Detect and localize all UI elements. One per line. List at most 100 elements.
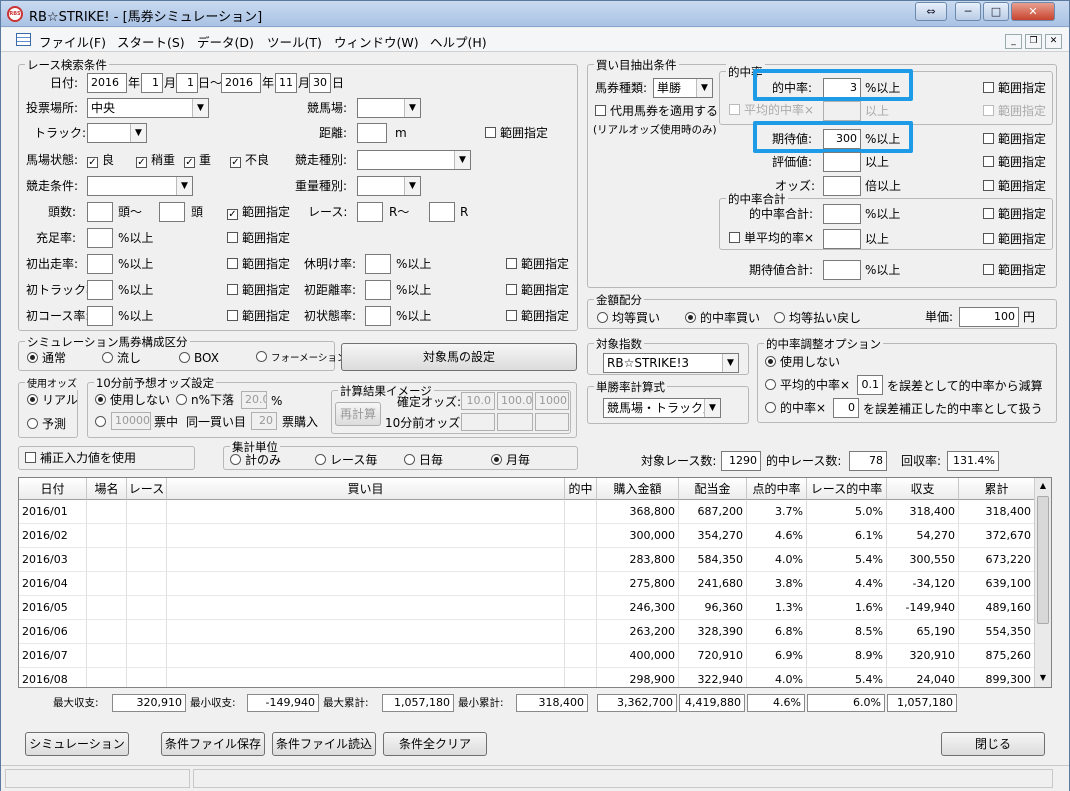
close-window-button[interactable]: ✕ <box>1011 2 1055 21</box>
table-cell[interactable]: 489,160 <box>959 596 1035 620</box>
table-cell[interactable] <box>565 668 597 687</box>
table-cell[interactable]: 3.8% <box>747 572 807 596</box>
table-cell[interactable]: 6.9% <box>747 644 807 668</box>
odds10-n-drop-radio[interactable]: n%下落 <box>176 393 234 409</box>
table-cell[interactable]: 322,940 <box>679 668 747 687</box>
heads-to-field[interactable] <box>159 202 185 222</box>
single-avg-range-checkbox[interactable]: 範囲指定 <box>983 232 1046 248</box>
save-conditions-button[interactable]: 条件ファイル保存 <box>161 732 265 756</box>
scroll-up-icon[interactable]: ▲ <box>1035 478 1051 494</box>
votes-field[interactable]: 20 <box>251 412 277 430</box>
venue-type-select[interactable]: 中央 ▼ <box>87 98 209 118</box>
odds10-not-use-radio[interactable]: 使用しない <box>95 393 170 409</box>
odds-field[interactable] <box>823 176 861 196</box>
odds-real-radio[interactable]: リアル <box>27 393 78 409</box>
sim-normal-radio[interactable]: 通常 <box>27 351 66 367</box>
table-cell[interactable]: 372,670 <box>959 524 1035 548</box>
n-drop-field[interactable]: 20.0 <box>241 391 267 409</box>
eval-range-checkbox[interactable]: 範囲指定 <box>983 155 1046 171</box>
rest-field[interactable] <box>365 254 391 274</box>
filled-field[interactable] <box>87 228 113 248</box>
table-cell[interactable]: 4.0% <box>747 548 807 572</box>
single-avg-checkbox[interactable]: 単平均的率× <box>729 231 814 247</box>
sim-nagashi-radio[interactable]: 流し <box>102 351 141 367</box>
menu-tools[interactable]: ツール(T) <box>267 32 322 51</box>
cond-good-checkbox[interactable]: ✓ 良 <box>87 153 114 169</box>
table-cell[interactable] <box>127 548 167 572</box>
column-header[interactable]: 買い目 <box>167 478 565 500</box>
amount-field[interactable]: 10000 <box>111 412 151 430</box>
table-cell[interactable] <box>87 644 127 668</box>
table-cell[interactable] <box>565 548 597 572</box>
distance-range-checkbox[interactable]: 範囲指定 <box>485 126 548 142</box>
from-day-field[interactable]: 1 <box>176 73 198 93</box>
vertical-scrollbar[interactable]: ▲ ▼ <box>1034 478 1051 687</box>
bet-type-select[interactable]: 単勝 ▼ <box>653 78 713 98</box>
column-header[interactable]: 場名 <box>87 478 127 500</box>
column-header[interactable]: 点的中率 <box>747 478 807 500</box>
table-cell[interactable]: 5.4% <box>807 668 887 687</box>
first-state-field[interactable] <box>365 306 391 326</box>
hit-rate-range-checkbox[interactable]: 範囲指定 <box>983 81 1046 97</box>
child-restore-button[interactable]: ❐ <box>1025 34 1042 49</box>
agg-race-radio[interactable]: レース毎 <box>315 453 377 469</box>
first-state-range-checkbox[interactable]: 範囲指定 <box>506 309 569 325</box>
first-course-range-checkbox[interactable]: 範囲指定 <box>227 309 290 325</box>
table-cell[interactable] <box>167 572 565 596</box>
table-cell[interactable]: 368,800 <box>597 500 679 524</box>
table-cell[interactable]: 2016/07 <box>19 644 87 668</box>
odds-range-checkbox[interactable]: 範囲指定 <box>983 179 1046 195</box>
table-cell[interactable] <box>565 596 597 620</box>
column-header[interactable]: 累計 <box>959 478 1035 500</box>
scroll-down-icon[interactable]: ▼ <box>1035 670 1051 686</box>
adjust-hit-field[interactable]: 0 <box>833 398 859 418</box>
table-cell[interactable]: 554,350 <box>959 620 1035 644</box>
table-cell[interactable]: 4.6% <box>747 524 807 548</box>
table-cell[interactable]: 2016/06 <box>19 620 87 644</box>
restore-arrows-icon[interactable]: ⇔ <box>915 2 947 21</box>
distance-field[interactable] <box>357 123 387 143</box>
menu-help[interactable]: ヘルプ(H) <box>430 32 487 51</box>
race-cond-select[interactable]: ▼ <box>87 176 193 196</box>
table-cell[interactable] <box>87 548 127 572</box>
table-cell[interactable] <box>565 524 597 548</box>
column-header[interactable]: 的中 <box>565 478 597 500</box>
table-cell[interactable]: 263,200 <box>597 620 679 644</box>
table-cell[interactable]: 2016/01 <box>19 500 87 524</box>
table-cell[interactable] <box>167 596 565 620</box>
simulate-button[interactable]: シミュレーション <box>25 732 129 756</box>
maximize-button[interactable]: □ <box>983 2 1009 21</box>
table-cell[interactable]: -149,940 <box>887 596 959 620</box>
table-cell[interactable]: 673,220 <box>959 548 1035 572</box>
agg-day-radio[interactable]: 日毎 <box>404 453 443 469</box>
table-cell[interactable]: 5.0% <box>807 500 887 524</box>
load-conditions-button[interactable]: 条件ファイル読込 <box>272 732 376 756</box>
money-equal-radio[interactable]: 均等買い <box>597 311 660 327</box>
results-table[interactable]: 日付 場名 レース 買い目 的中 購入金額 配当金 点的中率 レース的中率 収支 累計 2016/0… <box>18 477 1052 688</box>
hit-total-range-checkbox[interactable]: 範囲指定 <box>983 207 1046 223</box>
table-cell[interactable]: 6.1% <box>807 524 887 548</box>
table-cell[interactable]: 300,000 <box>597 524 679 548</box>
hit-total-field[interactable] <box>823 204 861 224</box>
table-cell[interactable]: 899,300 <box>959 668 1035 687</box>
unit-price-field[interactable]: 100 <box>959 307 1019 327</box>
odds10-amount-radio[interactable] <box>95 415 110 431</box>
table-cell[interactable] <box>167 644 565 668</box>
table-cell[interactable]: -34,120 <box>887 572 959 596</box>
child-close-button[interactable]: ✕ <box>1045 34 1062 49</box>
cond-heavy-checkbox[interactable]: ✓ 重 <box>184 153 211 169</box>
menu-window[interactable]: ウィンドウ(W) <box>334 32 419 51</box>
adjust-hit-radio[interactable]: 的中率× <box>765 401 826 417</box>
table-cell[interactable]: 875,260 <box>959 644 1035 668</box>
to-day-field[interactable]: 30 <box>309 73 331 93</box>
first-run-field[interactable] <box>87 254 113 274</box>
table-cell[interactable]: 1.6% <box>807 596 887 620</box>
table-cell[interactable]: 24,040 <box>887 668 959 687</box>
first-track-range-checkbox[interactable]: 範囲指定 <box>227 283 290 299</box>
table-cell[interactable] <box>167 668 565 687</box>
table-cell[interactable] <box>167 524 565 548</box>
column-header[interactable]: 収支 <box>887 478 959 500</box>
table-cell[interactable] <box>127 644 167 668</box>
table-cell[interactable] <box>127 596 167 620</box>
avg-hit-field[interactable] <box>823 101 861 121</box>
